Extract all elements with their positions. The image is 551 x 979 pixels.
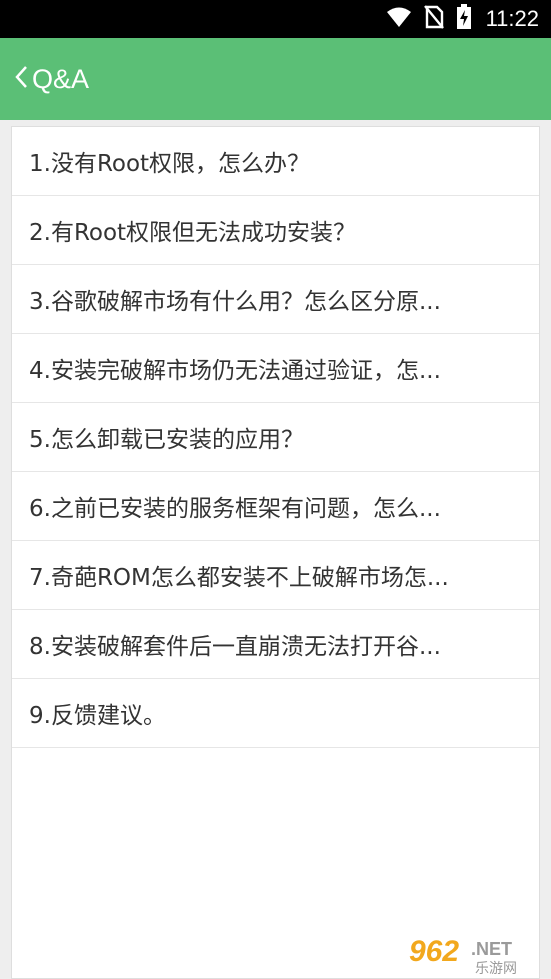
status-time: 11:22 [485,6,539,31]
svg-text:.NET: .NET [471,939,512,959]
qa-item-8[interactable]: 8.安装破解套件后一直崩溃无法打开谷... [12,610,539,679]
qa-item-label: 2.有Root权限但无法成功安装？ [29,220,357,246]
qa-item-label: 9.反馈建议。 [29,703,166,729]
status-icons: 11:22 [386,0,539,38]
qa-item-3[interactable]: 3.谷歌破解市场有什么用？怎么区分原... [12,265,539,334]
qa-item-label: 4.安装完破解市场仍无法通过验证，怎... [29,358,441,384]
battery-charging-icon [456,4,472,34]
status-bar: 11:22 [0,0,551,38]
qa-item-label: 1.没有Root权限，怎么办？ [29,151,311,177]
watermark-logo: 962 .NET 乐游网 [403,931,543,977]
qa-item-label: 3.谷歌破解市场有什么用？怎么区分原... [29,289,441,315]
app-bar: Q&A [0,38,551,120]
qa-item-4[interactable]: 4.安装完破解市场仍无法通过验证，怎... [12,334,539,403]
qa-item-2[interactable]: 2.有Root权限但无法成功安装？ [12,196,539,265]
qa-item-label: 5.怎么卸载已安装的应用？ [29,427,304,453]
qa-item-7[interactable]: 7.奇葩ROM怎么都安装不上破解市场怎... [12,541,539,610]
wifi-icon [386,6,412,32]
qa-item-label: 6.之前已安装的服务框架有问题，怎么... [29,496,441,522]
qa-item-6[interactable]: 6.之前已安装的服务框架有问题，怎么... [12,472,539,541]
svg-text:962: 962 [409,935,459,968]
qa-item-label: 8.安装破解套件后一直崩溃无法打开谷... [29,634,441,660]
qa-list: 1.没有Root权限，怎么办？ 2.有Root权限但无法成功安装？ 3.谷歌破解… [11,126,540,979]
page-title: Q&A [32,63,90,94]
qa-item-9[interactable]: 9.反馈建议。 [12,679,539,748]
qa-item-1[interactable]: 1.没有Root权限，怎么办？ [12,127,539,196]
svg-text:乐游网: 乐游网 [475,961,517,975]
no-sim-icon [423,5,444,33]
qa-item-5[interactable]: 5.怎么卸载已安装的应用？ [12,403,539,472]
chevron-left-icon [14,65,28,93]
back-button[interactable]: Q&A [0,38,89,120]
qa-item-label: 7.奇葩ROM怎么都安装不上破解市场怎... [29,565,449,591]
